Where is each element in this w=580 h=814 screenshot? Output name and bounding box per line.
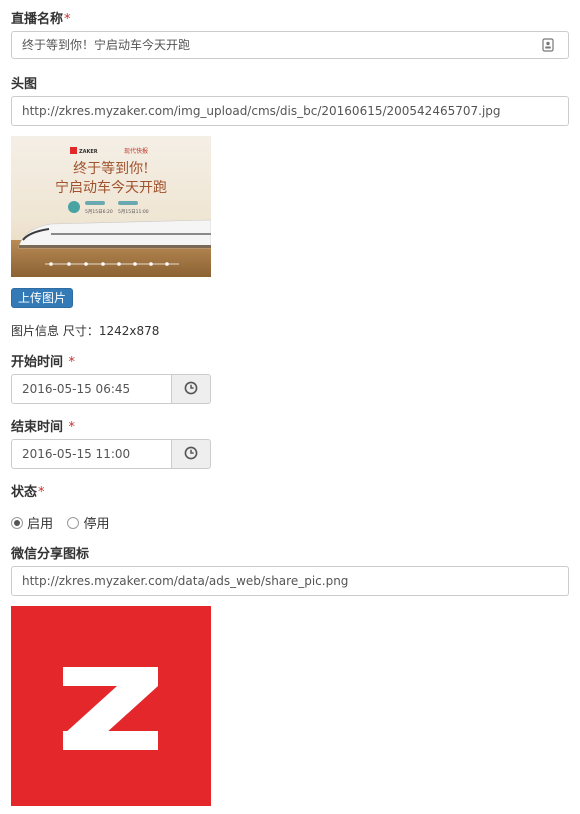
banner-date-2: 5月15日11:00: [118, 209, 149, 215]
banner-date-1: 5月15日6:20: [85, 209, 113, 215]
upload-image-button[interactable]: 上传图片: [11, 288, 74, 308]
start-time-label: 开始时间 *: [11, 355, 76, 370]
status-label: 状态*: [11, 485, 45, 500]
head-image-preview: ZAKER 现代快报 终于等到你! 宁启动车今天开跑 5月15日6:20 5月1…: [11, 136, 211, 277]
status-radio-group: 启用 停用: [11, 513, 109, 532]
radio-unchecked-icon[interactable]: [67, 517, 80, 529]
clock-icon: [184, 446, 198, 463]
end-time-label: 结束时间 *: [11, 420, 76, 435]
start-time-picker-button[interactable]: [171, 374, 211, 404]
live-name-input[interactable]: 终于等到你！宁启动车今天开跑: [11, 31, 569, 59]
status-option-disabled[interactable]: 停用: [67, 517, 109, 532]
end-time-picker-button[interactable]: [171, 439, 211, 469]
clock-icon: [184, 381, 198, 398]
share-icon-url-input[interactable]: http://zkres.myzaker.com/data/ads_web/sh…: [11, 566, 569, 596]
banner-paper: 现代快报: [124, 147, 148, 155]
head-image-url-input[interactable]: http://zkres.myzaker.com/img_upload/cms/…: [11, 96, 569, 126]
banner-brand: ZAKER: [79, 149, 98, 155]
start-time-input[interactable]: 2016-05-15 06:45: [11, 374, 172, 404]
banner-headline-1: 终于等到你!: [73, 160, 149, 177]
image-info-text: 图片信息 尺寸：1242x878: [11, 324, 160, 338]
share-icon-label: 微信分享图标: [11, 547, 90, 562]
share-icon-preview: [11, 606, 211, 806]
head-image-label: 头图: [11, 77, 38, 92]
live-name-label: 直播名称*: [11, 12, 71, 27]
end-time-input[interactable]: 2016-05-15 11:00: [11, 439, 172, 469]
status-option-enabled[interactable]: 启用: [11, 517, 53, 532]
radio-checked-icon[interactable]: [11, 517, 23, 529]
contact-card-icon[interactable]: [542, 38, 554, 52]
banner-headline-2: 宁启动车今天开跑: [55, 179, 167, 196]
